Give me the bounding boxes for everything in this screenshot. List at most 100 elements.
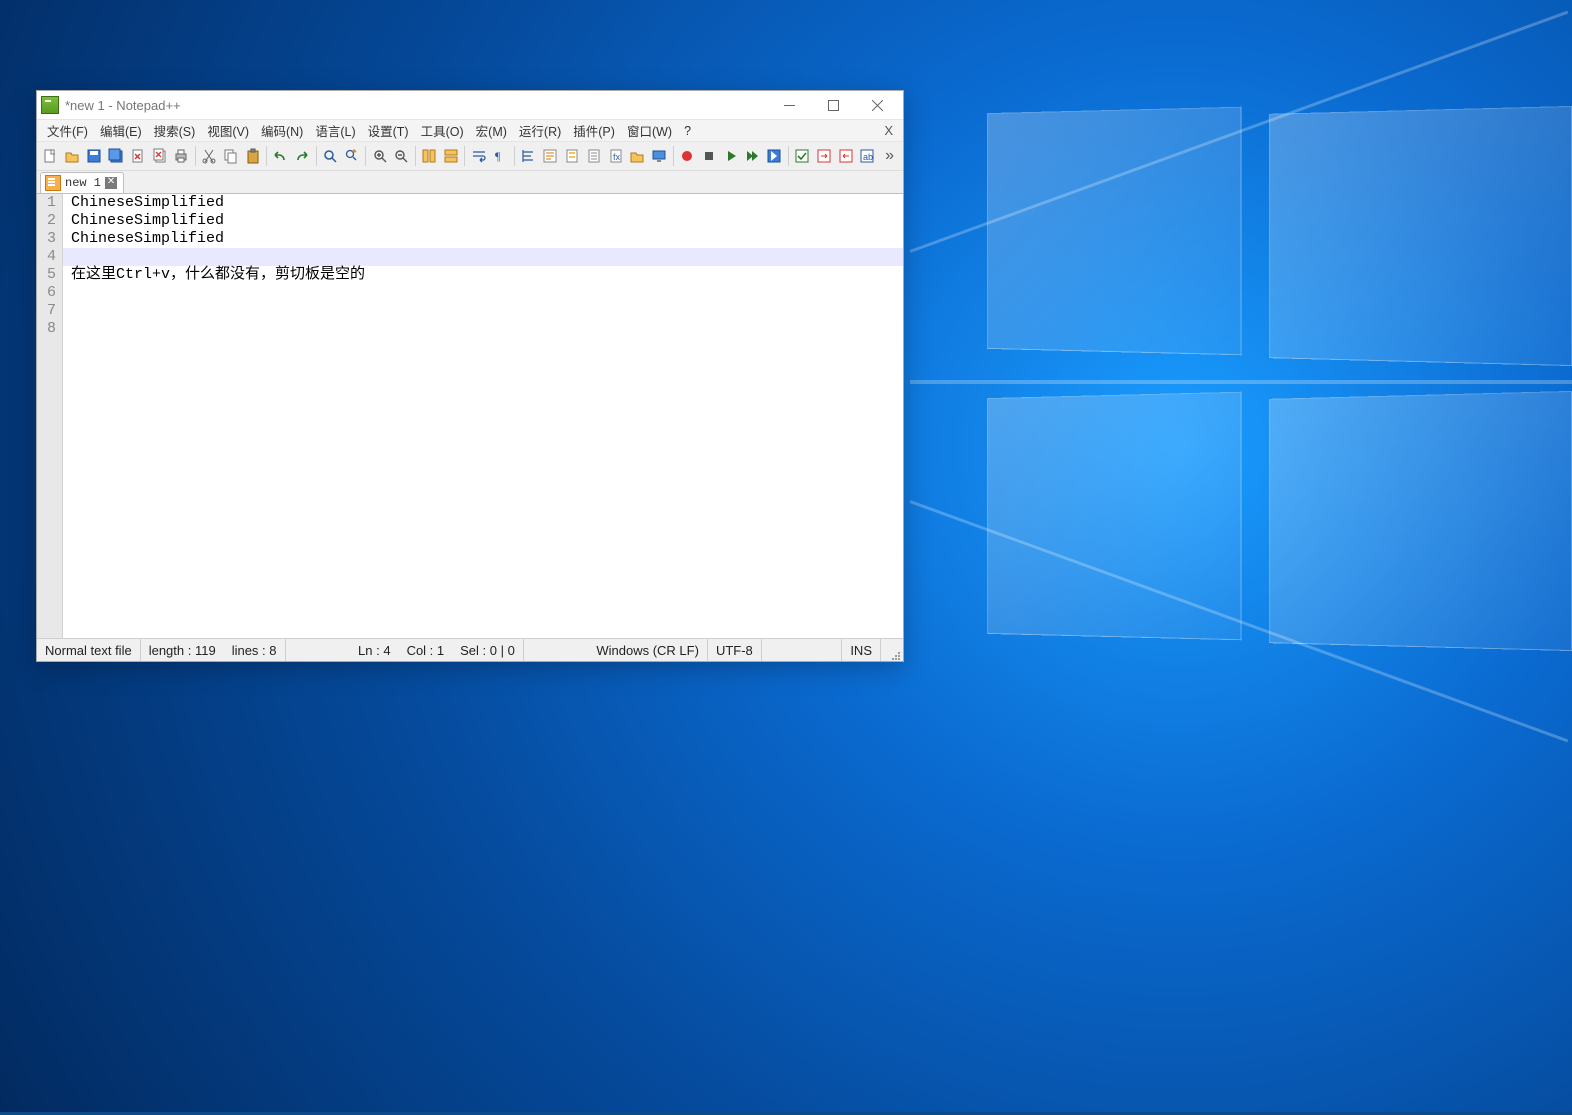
play-multi-icon[interactable] — [742, 145, 763, 168]
spell-next-icon[interactable] — [813, 145, 834, 168]
status-encoding[interactable]: UTF-8 — [708, 639, 762, 661]
tab-label: new 1 — [65, 176, 101, 190]
statusbar: Normal text file length : 119 lines : 8 … — [37, 638, 903, 661]
menu-file[interactable]: 文件(F) — [41, 120, 94, 141]
line-number: 2 — [47, 212, 56, 230]
close-button[interactable] — [855, 91, 899, 119]
menu-macro[interactable]: 宏(M) — [470, 120, 513, 141]
status-col: Col : 1 — [399, 639, 453, 661]
indent-guide-icon[interactable] — [518, 145, 539, 168]
spell-on-icon[interactable] — [792, 145, 813, 168]
status-filetype: Normal text file — [37, 639, 141, 661]
tabbar: new 1 ✕ — [37, 171, 903, 193]
line-number: 1 — [47, 194, 56, 212]
notepadpp-window: *new 1 - Notepad++ 文件(F) 编辑(E) 搜索(S) 视图(… — [36, 90, 904, 662]
menu-tools[interactable]: 工具(O) — [415, 120, 470, 141]
code-area[interactable]: ChineseSimplifiedChineseSimplifiedChines… — [63, 194, 903, 638]
save-all-icon[interactable] — [105, 145, 126, 168]
menu-edit[interactable]: 编辑(E) — [94, 120, 148, 141]
zoom-in-icon[interactable] — [369, 145, 390, 168]
close-all-icon[interactable] — [149, 145, 170, 168]
redo-icon[interactable] — [292, 145, 313, 168]
editor[interactable]: 12345678 ChineseSimplifiedChineseSimplif… — [37, 193, 903, 638]
new-file-icon[interactable] — [40, 145, 61, 168]
menu-run[interactable]: 运行(R) — [513, 120, 567, 141]
menu-help[interactable]: ? — [678, 123, 697, 139]
toolbar-separator — [266, 146, 267, 166]
toolbar-separator — [316, 146, 317, 166]
tab-new1[interactable]: new 1 ✕ — [40, 172, 124, 193]
undo-icon[interactable] — [270, 145, 291, 168]
status-eol[interactable]: Windows (CR LF) — [588, 639, 708, 661]
line-number: 7 — [47, 302, 56, 320]
find-icon[interactable] — [320, 145, 341, 168]
code-line[interactable]: ChineseSimplified — [63, 194, 903, 212]
replace-icon[interactable] — [341, 145, 362, 168]
monitor-icon[interactable] — [649, 145, 670, 168]
code-line[interactable]: 在这里Ctrl+v，什么都没有，剪切板是空的 — [63, 266, 903, 284]
spell-prev-icon[interactable] — [835, 145, 856, 168]
status-lines: lines : 8 — [224, 639, 286, 661]
svg-text:¶: ¶ — [495, 149, 501, 163]
zoom-out-icon[interactable] — [391, 145, 412, 168]
line-number-gutter: 12345678 — [37, 194, 63, 638]
doc-list-icon[interactable] — [583, 145, 604, 168]
code-line[interactable] — [63, 248, 903, 266]
code-line[interactable] — [63, 302, 903, 320]
menu-language[interactable]: 语言(L) — [309, 120, 361, 141]
status-mode[interactable]: INS — [842, 639, 881, 661]
code-line[interactable] — [63, 320, 903, 338]
spell-lang-icon[interactable]: ab — [857, 145, 878, 168]
record-icon[interactable] — [676, 145, 697, 168]
app-icon — [41, 96, 59, 114]
toolbar-separator — [673, 146, 674, 166]
code-line[interactable] — [63, 284, 903, 302]
tab-close-icon[interactable]: ✕ — [105, 177, 117, 189]
menu-view[interactable]: 视图(V) — [201, 120, 255, 141]
menu-plugins[interactable]: 插件(P) — [567, 120, 621, 141]
window-title: *new 1 - Notepad++ — [65, 98, 181, 113]
titlebar[interactable]: *new 1 - Notepad++ — [37, 91, 903, 119]
sync-v-icon[interactable] — [419, 145, 440, 168]
func-list-icon[interactable]: fx — [605, 145, 626, 168]
menu-settings[interactable]: 设置(T) — [362, 120, 415, 141]
sync-h-icon[interactable] — [441, 145, 462, 168]
code-line[interactable]: ChineseSimplified — [63, 230, 903, 248]
cut-icon[interactable] — [199, 145, 220, 168]
toolbar-separator — [195, 146, 196, 166]
stop-icon[interactable] — [698, 145, 719, 168]
copy-icon[interactable] — [221, 145, 242, 168]
menu-search[interactable]: 搜索(S) — [148, 120, 202, 141]
toolbar-overflow[interactable]: » — [879, 147, 900, 165]
toolbar-separator — [514, 146, 515, 166]
close-file-icon[interactable] — [127, 145, 148, 168]
show-all-icon[interactable]: ¶ — [490, 145, 511, 168]
status-ln: Ln : 4 — [350, 639, 399, 661]
menu-close-x[interactable]: X — [878, 123, 899, 138]
save-icon[interactable] — [84, 145, 105, 168]
line-number: 8 — [47, 320, 56, 338]
menu-encoding[interactable]: 编码(N) — [255, 120, 309, 141]
folder-icon[interactable] — [627, 145, 648, 168]
toolbar-separator — [365, 146, 366, 166]
play-icon[interactable] — [720, 145, 741, 168]
menu-window[interactable]: 窗口(W) — [621, 120, 678, 141]
save-macro-icon[interactable] — [764, 145, 785, 168]
resize-grip[interactable] — [881, 637, 903, 663]
wordwrap-icon[interactable] — [468, 145, 489, 168]
maximize-button[interactable] — [811, 91, 855, 119]
wallpaper-pane — [1269, 391, 1572, 651]
open-file-icon[interactable] — [62, 145, 83, 168]
line-number: 4 — [47, 248, 56, 266]
paste-icon[interactable] — [242, 145, 263, 168]
doc-map-icon[interactable] — [561, 145, 582, 168]
wallpaper-ray — [910, 380, 1572, 384]
print-icon[interactable] — [171, 145, 192, 168]
status-sel: Sel : 0 | 0 — [452, 639, 524, 661]
toolbar: ¶ fx ab» — [37, 141, 903, 171]
toolbar-separator — [464, 146, 465, 166]
udl-icon[interactable] — [540, 145, 561, 168]
line-number: 6 — [47, 284, 56, 302]
minimize-button[interactable] — [767, 91, 811, 119]
code-line[interactable]: ChineseSimplified — [63, 212, 903, 230]
